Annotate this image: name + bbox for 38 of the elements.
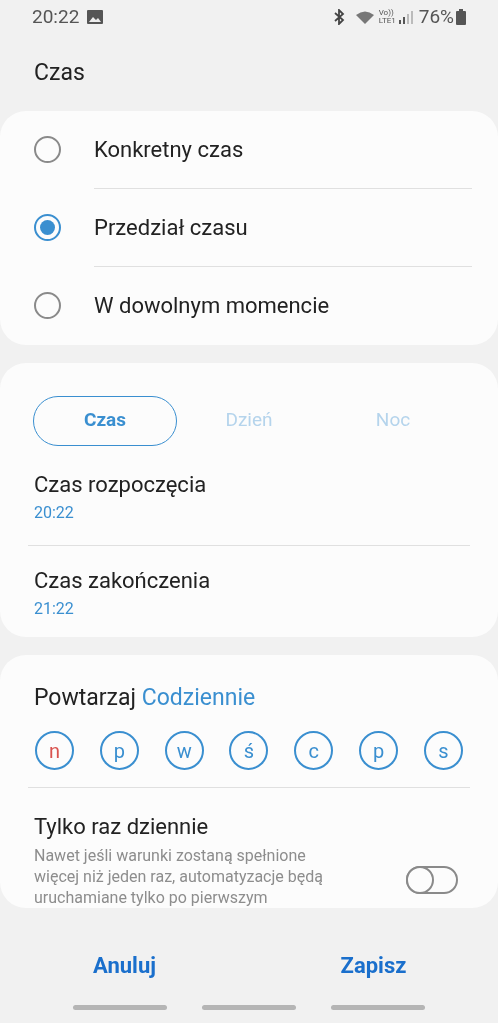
day-toggle[interactable]: n (35, 731, 74, 770)
radio-button[interactable] (33, 292, 61, 319)
day-toggle[interactable]: p (359, 731, 399, 770)
setting-label: Tylko raz dziennie (34, 813, 210, 841)
day-toggle[interactable]: w (164, 731, 204, 770)
setting-value: 21:22 (34, 597, 75, 620)
radio-button[interactable] (33, 136, 61, 163)
setting-label[interactable]: Czas rozpoczęcia (34, 467, 464, 501)
nav-bar-handle[interactable] (73, 1005, 168, 1010)
battery-level: 76% (418, 3, 454, 30)
tab[interactable]: Czas (33, 395, 177, 446)
clock: 20:22 (32, 3, 80, 30)
lte-label: LTE1 (378, 17, 396, 25)
option-label[interactable]: Przedział czasu (94, 210, 248, 244)
option-label[interactable]: Konkretny czas (94, 132, 244, 166)
setting-value: 20:22 (34, 501, 75, 524)
day-toggle[interactable]: ś (229, 731, 269, 770)
battery-icon (456, 9, 466, 25)
nav-bar-handle[interactable] (202, 1005, 296, 1010)
setting-label[interactable]: Czas zakończenia (34, 563, 464, 597)
nav-bar-handle[interactable] (330, 1005, 425, 1010)
section-title: Czas (33, 58, 86, 88)
bluetooth-icon (332, 9, 345, 25)
repeat-label: Powtarzaj (34, 683, 137, 711)
setting-description: Nawet jeśli warunki zostaną spełnione więcej niż jeden raz, automatyzacje będą uruchamiane tylko po pierwszym (34, 845, 324, 908)
dialog-button[interactable]: Zapisz (249, 939, 498, 991)
image-icon (87, 10, 104, 24)
volte-label: Vo)) (378, 9, 395, 17)
day-toggle[interactable]: s (423, 731, 463, 770)
day-toggle[interactable]: p (99, 731, 139, 770)
wifi-icon (354, 9, 375, 25)
signal-icon (398, 10, 413, 24)
day-toggle[interactable]: c (294, 731, 334, 770)
radio-button[interactable] (33, 214, 61, 241)
dialog-button[interactable]: Anuluj (0, 939, 249, 991)
toggle-switch[interactable] (406, 866, 458, 894)
option-label[interactable]: W dowolnym momencie (94, 289, 330, 322)
repeat-value[interactable]: Codziennie (141, 683, 256, 711)
